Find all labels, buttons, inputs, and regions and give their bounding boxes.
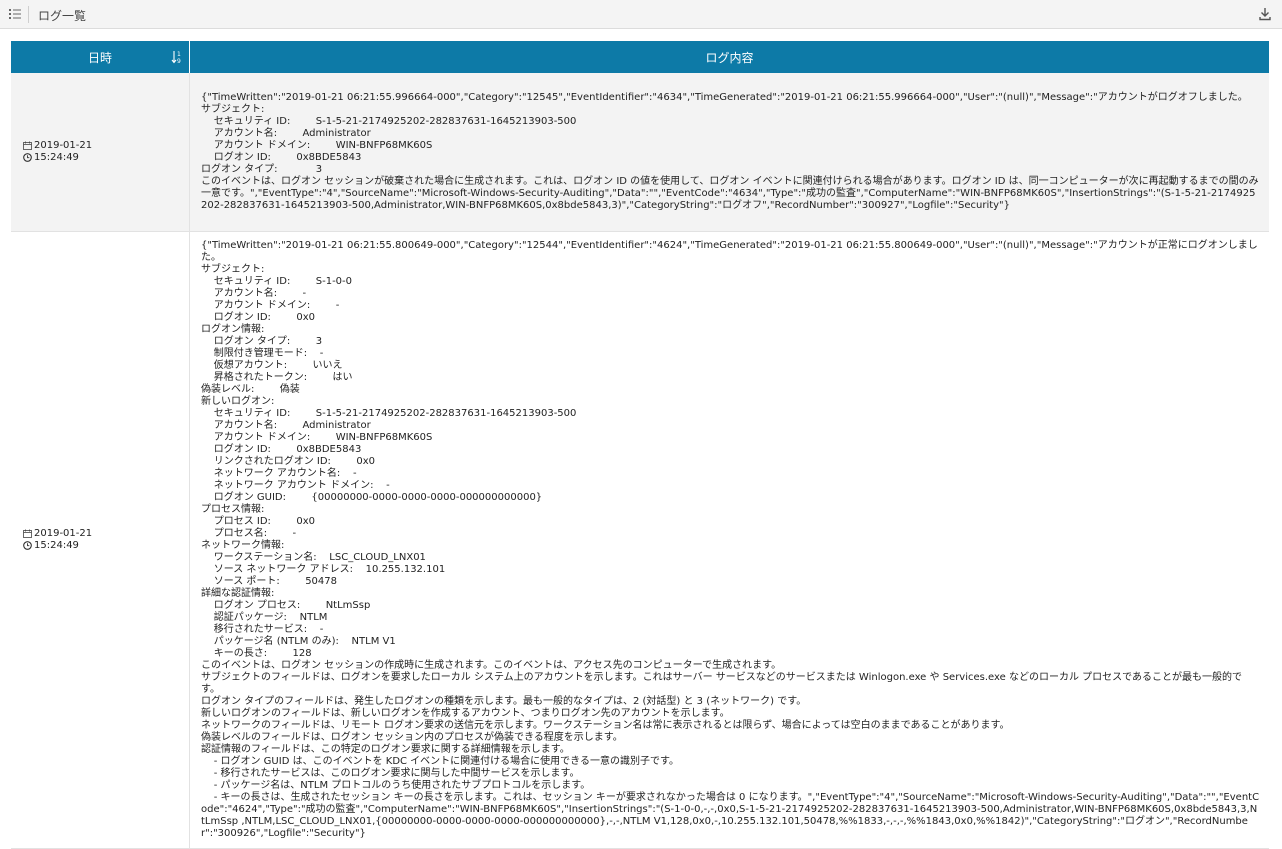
log-content: {"TimeWritten":"2019-01-21 06:21:55.8006… — [201, 240, 1260, 839]
table-header-row: 日時 1 9 ログ内容 — [11, 41, 1269, 73]
log-time: 15:24:49 — [34, 539, 79, 551]
log-table: 日時 1 9 ログ内容 2019-01-21 15:24:49 {"TimeWr… — [11, 41, 1269, 849]
page-title: ログ一覧 — [38, 9, 87, 23]
column-header-label: ログ内容 — [705, 50, 754, 65]
log-date: 2019-01-21 — [34, 527, 93, 539]
table-row[interactable]: 2019-01-21 15:24:49 {"TimeWritten":"2019… — [11, 231, 1269, 849]
table-row[interactable]: 2019-01-21 15:24:49 {"TimeWritten":"2019… — [11, 73, 1269, 232]
toolbar: ログ一覧 — [0, 0, 1282, 29]
datetime-cell: 2019-01-21 15:24:49 — [11, 231, 190, 849]
column-header-log[interactable]: ログ内容 — [189, 41, 1269, 73]
svg-text:1: 1 — [177, 51, 181, 58]
log-content-cell: {"TimeWritten":"2019-01-21 06:21:55.8006… — [189, 231, 1269, 849]
toolbar-divider — [28, 6, 29, 23]
clock-icon — [23, 153, 32, 163]
calendar-icon — [23, 529, 32, 538]
log-date: 2019-01-21 — [34, 139, 93, 151]
sort-desc-icon[interactable]: 1 9 — [170, 49, 184, 65]
download-icon[interactable] — [1258, 7, 1272, 21]
datetime-cell: 2019-01-21 15:24:49 — [11, 73, 190, 232]
log-table-container[interactable]: 日時 1 9 ログ内容 2019-01-21 15:24:49 {"TimeWr… — [11, 41, 1269, 849]
log-content-cell: {"TimeWritten":"2019-01-21 06:21:55.9966… — [189, 73, 1269, 232]
column-header-label: 日時 — [87, 50, 112, 65]
svg-text:9: 9 — [177, 58, 181, 65]
log-time: 15:24:49 — [34, 151, 79, 163]
log-content: {"TimeWritten":"2019-01-21 06:21:55.9966… — [201, 92, 1259, 212]
clock-icon — [23, 541, 32, 550]
column-header-datetime[interactable]: 日時 1 9 — [11, 41, 190, 73]
list-menu-icon[interactable] — [8, 7, 22, 21]
calendar-icon — [23, 141, 32, 151]
